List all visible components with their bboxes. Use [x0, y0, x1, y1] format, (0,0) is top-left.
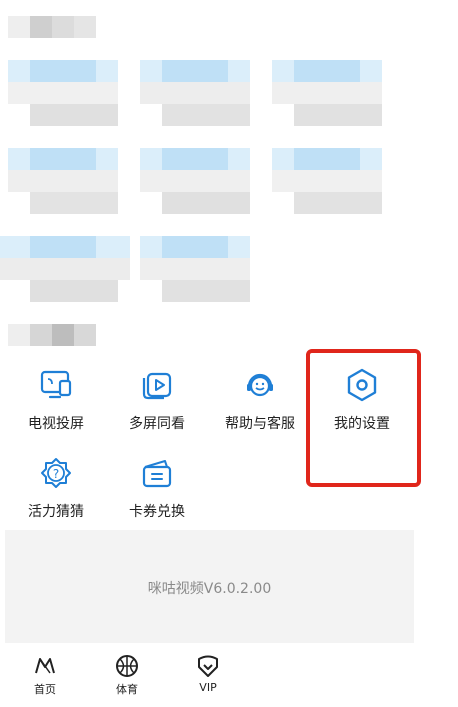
tool-label: 卡券兑换 [129, 504, 185, 520]
blurred-grid-item [272, 148, 382, 214]
guess-game-button[interactable]: ? 活力猜猜 [10, 453, 102, 533]
blurred-grid-item [272, 60, 382, 126]
app-version-text: 咪咕视频V6.0.2.00 [147, 581, 272, 597]
blurred-section-title-1 [8, 16, 96, 38]
ticket-icon [142, 460, 172, 488]
tab-label: 首页 [34, 683, 56, 696]
tab-vip[interactable]: VIP [178, 653, 238, 694]
highlight-annotation-box [306, 349, 421, 487]
blurred-grid-item [8, 148, 118, 214]
tool-label: 电视投屏 [28, 416, 84, 432]
headset-icon [247, 373, 273, 397]
tab-sports[interactable]: 体育 [97, 653, 157, 697]
blurred-grid-item [140, 60, 250, 126]
blurred-grid-item [140, 148, 250, 214]
tv-cast-button[interactable]: 电视投屏 [10, 365, 102, 445]
tab-home[interactable]: 首页 [15, 653, 75, 697]
tool-label: 多屏同看 [129, 416, 185, 432]
home-logo-icon [35, 658, 55, 674]
question-badge-icon: ? [41, 458, 71, 488]
blurred-grid-item [0, 236, 130, 302]
tab-label: VIP [199, 681, 217, 694]
coupon-redeem-button[interactable]: 卡券兑换 [111, 453, 203, 533]
version-panel: 咪咕视频V6.0.2.00 [5, 530, 414, 643]
tab-label: 体育 [116, 683, 138, 696]
multi-screen-icon [142, 372, 172, 400]
multi-screen-button[interactable]: 多屏同看 [111, 365, 203, 445]
basketball-icon [116, 655, 138, 677]
vip-shield-icon [198, 655, 218, 677]
tool-label: 活力猜猜 [28, 504, 84, 520]
blurred-grid-item [8, 60, 118, 126]
blurred-grid-item [140, 236, 250, 302]
blurred-section-title-2 [8, 324, 96, 346]
tool-label: 帮助与客服 [225, 416, 295, 432]
tv-cast-icon [40, 370, 72, 399]
svg-text:?: ? [53, 467, 59, 481]
bottom-tab-bar: 首页 体育 VIP [0, 643, 458, 707]
help-service-button[interactable]: 帮助与客服 [214, 365, 306, 445]
